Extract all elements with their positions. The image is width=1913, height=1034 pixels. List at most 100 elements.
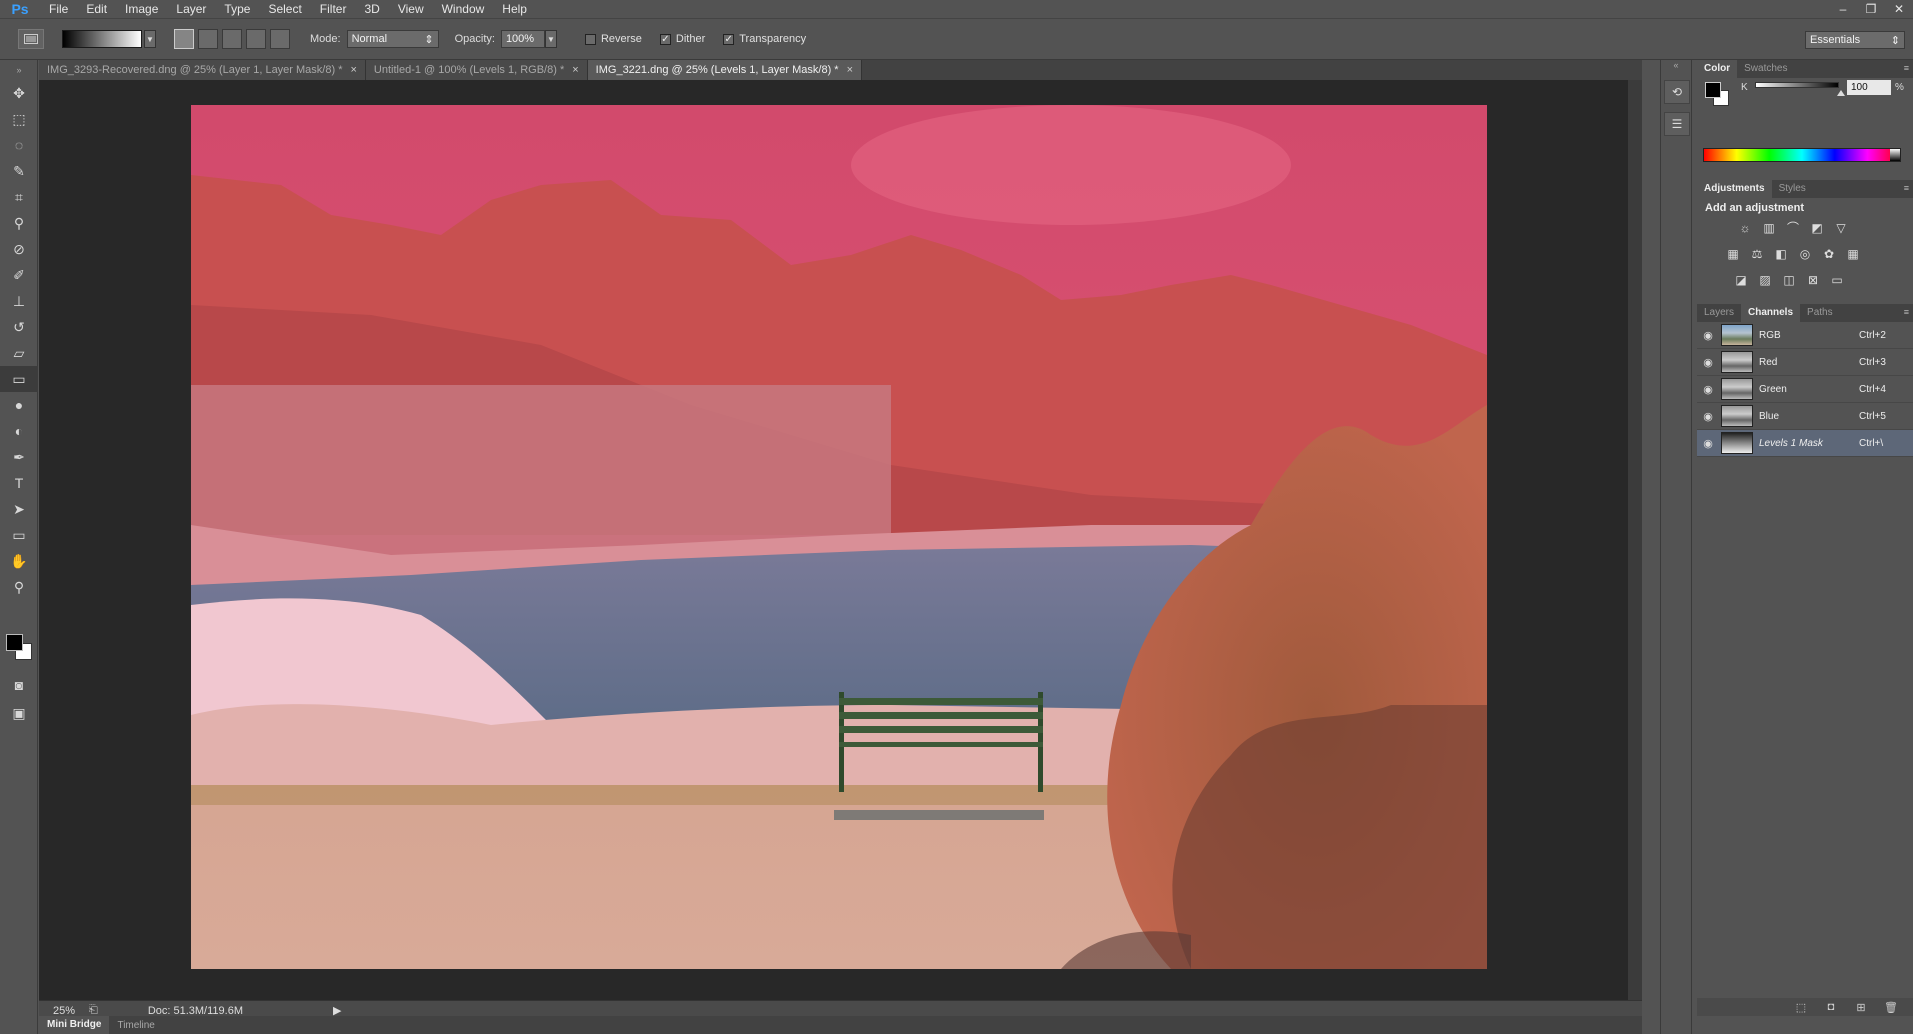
curves-icon[interactable]: ⌒ — [1785, 220, 1801, 236]
foreground-color-swatch[interactable] — [6, 634, 23, 651]
gradient-swatch[interactable] — [62, 30, 142, 48]
threshold-icon[interactable]: ◫ — [1781, 272, 1797, 288]
tab-channels[interactable]: Channels — [1741, 304, 1801, 322]
menu-help[interactable]: Help — [493, 0, 536, 18]
dither-check-icon[interactable]: ✓ — [659, 33, 671, 45]
hue-saturation-icon[interactable]: ▦ — [1725, 246, 1741, 262]
vertical-scrollbar[interactable] — [1628, 80, 1642, 1000]
blur-tool-icon[interactable]: ● — [0, 392, 38, 418]
tab-swatches[interactable]: Swatches — [1737, 60, 1794, 78]
visibility-eye-icon[interactable]: ◉ — [1697, 410, 1719, 423]
gradient-picker-arrow[interactable]: ▼ — [144, 30, 156, 48]
crop-tool-icon[interactable]: ⌗ — [0, 184, 38, 210]
panel-menu-icon[interactable]: ≡ — [1904, 307, 1909, 317]
black-white-icon[interactable]: ◧ — [1773, 246, 1789, 262]
menu-window[interactable]: Window — [433, 0, 494, 18]
brightness-contrast-icon[interactable]: ☼ — [1737, 220, 1753, 236]
doc-tab-3[interactable]: IMG_3221.dng @ 25% (Levels 1, Layer Mask… — [587, 60, 863, 80]
marquee-tool-icon[interactable]: ⬚ — [0, 106, 38, 132]
channel-row-blue[interactable]: ◉ Blue Ctrl+5 — [1697, 403, 1913, 430]
eyedropper-tool-icon[interactable]: ⚲ — [0, 210, 38, 236]
mode-select[interactable]: Normal ⇕ — [346, 30, 439, 48]
zoom-value[interactable]: 25% — [39, 1005, 89, 1017]
levels-icon[interactable]: ▥ — [1761, 220, 1777, 236]
workspace-select[interactable]: Essentials ⇕ — [1805, 31, 1905, 49]
photo-filter-icon[interactable]: ◎ — [1797, 246, 1813, 262]
tab-layers[interactable]: Layers — [1697, 304, 1741, 322]
tab-mini-bridge[interactable]: Mini Bridge — [39, 1016, 110, 1034]
delete-channel-icon[interactable]: 🗑 — [1883, 1001, 1899, 1014]
quick-selection-tool-icon[interactable]: ✎ — [0, 158, 38, 184]
menu-filter[interactable]: Filter — [311, 0, 356, 18]
spot-healing-tool-icon[interactable]: ⊘ — [0, 236, 38, 262]
color-lookup-icon[interactable]: ▦ — [1845, 246, 1861, 262]
tab-styles[interactable]: Styles — [1772, 180, 1813, 198]
menu-view[interactable]: View — [389, 0, 433, 18]
opacity-slider-arrow[interactable]: ▼ — [544, 30, 557, 48]
dodge-tool-icon[interactable]: ◐ — [0, 418, 38, 444]
menu-image[interactable]: Image — [116, 0, 167, 18]
eraser-tool-icon[interactable]: ▱ — [0, 340, 38, 366]
channel-row-rgb[interactable]: ◉ RGB Ctrl+2 — [1697, 322, 1913, 349]
channel-row-levels-mask[interactable]: ◉ Levels 1 Mask Ctrl+\ — [1697, 430, 1913, 457]
gradient-map-icon[interactable]: ▭ — [1829, 272, 1845, 288]
doc-tab-1[interactable]: IMG_3293-Recovered.dng @ 25% (Layer 1, L… — [39, 60, 366, 80]
toolbar-collapse-icon[interactable]: » — [0, 60, 38, 80]
load-selection-icon[interactable]: ⬚ — [1793, 1001, 1809, 1014]
tab-color[interactable]: Color — [1697, 60, 1738, 78]
visibility-eye-icon[interactable]: ◉ — [1697, 383, 1719, 396]
history-brush-tool-icon[interactable]: ↺ — [0, 314, 38, 340]
gradient-tool-icon[interactable]: ▭ — [0, 366, 38, 392]
menu-file[interactable]: File — [40, 0, 77, 18]
visibility-eye-icon[interactable]: ◉ — [1697, 329, 1719, 342]
new-channel-icon[interactable]: ⊞ — [1853, 1001, 1869, 1014]
color-swatches[interactable] — [6, 634, 34, 662]
vibrance-icon[interactable]: ▽ — [1833, 220, 1849, 236]
invert-icon[interactable]: ◪ — [1733, 272, 1749, 288]
zoom-tool-icon[interactable]: ⚲ — [0, 574, 38, 600]
opacity-input[interactable]: 100% — [500, 30, 545, 48]
posterize-icon[interactable]: ▨ — [1757, 272, 1773, 288]
path-selection-tool-icon[interactable]: ➤ — [0, 496, 38, 522]
transparency-check-icon[interactable]: ✓ — [723, 33, 735, 45]
diamond-gradient-button[interactable] — [270, 29, 290, 49]
tab-timeline[interactable]: Timeline — [109, 1020, 162, 1031]
image-canvas[interactable] — [191, 105, 1487, 969]
menu-edit[interactable]: Edit — [77, 0, 116, 18]
linear-gradient-button[interactable] — [174, 29, 194, 49]
menu-layer[interactable]: Layer — [167, 0, 215, 18]
tool-preset-picker[interactable] — [18, 29, 44, 49]
visibility-eye-icon[interactable]: ◉ — [1697, 437, 1719, 450]
k-value-input[interactable]: 100 — [1847, 80, 1891, 95]
menu-select[interactable]: Select — [259, 0, 310, 18]
pen-tool-icon[interactable]: ✒ — [0, 444, 38, 470]
visibility-eye-icon[interactable]: ◉ — [1697, 356, 1719, 369]
slider-knob-icon[interactable] — [1837, 90, 1845, 96]
tab-adjustments[interactable]: Adjustments — [1697, 180, 1772, 198]
reflected-gradient-button[interactable] — [246, 29, 266, 49]
panel-menu-icon[interactable]: ≡ — [1904, 63, 1909, 73]
tab-paths[interactable]: Paths — [1800, 304, 1840, 322]
color-spectrum-ramp[interactable] — [1703, 148, 1901, 162]
exposure-icon[interactable]: ◩ — [1809, 220, 1825, 236]
angle-gradient-button[interactable] — [222, 29, 242, 49]
history-panel-icon[interactable]: ⟲ — [1664, 80, 1690, 104]
type-tool-icon[interactable]: T — [0, 470, 38, 496]
reverse-checkbox[interactable]: Reverse — [584, 33, 642, 45]
hand-tool-icon[interactable]: ✋ — [0, 548, 38, 574]
expand-panels-icon[interactable]: « — [1661, 60, 1691, 74]
dither-checkbox[interactable]: ✓ Dither — [659, 33, 705, 45]
radial-gradient-button[interactable] — [198, 29, 218, 49]
minimize-button[interactable]: – — [1829, 0, 1857, 18]
quick-mask-icon[interactable]: ◙ — [0, 672, 38, 698]
close-icon[interactable]: × — [350, 64, 356, 76]
rectangle-tool-icon[interactable]: ▭ — [0, 522, 38, 548]
doc-tab-2[interactable]: Untitled-1 @ 100% (Levels 1, RGB/8) * × — [365, 60, 588, 80]
reverse-check-box[interactable] — [584, 33, 596, 45]
selective-color-icon[interactable]: ⊠ — [1805, 272, 1821, 288]
screen-mode-icon[interactable]: ▣ — [0, 700, 38, 726]
transparency-checkbox[interactable]: ✓ Transparency — [723, 33, 806, 45]
menu-type[interactable]: Type — [215, 0, 259, 18]
foreground-color-swatch[interactable] — [1705, 82, 1721, 98]
k-slider[interactable] — [1755, 82, 1839, 88]
